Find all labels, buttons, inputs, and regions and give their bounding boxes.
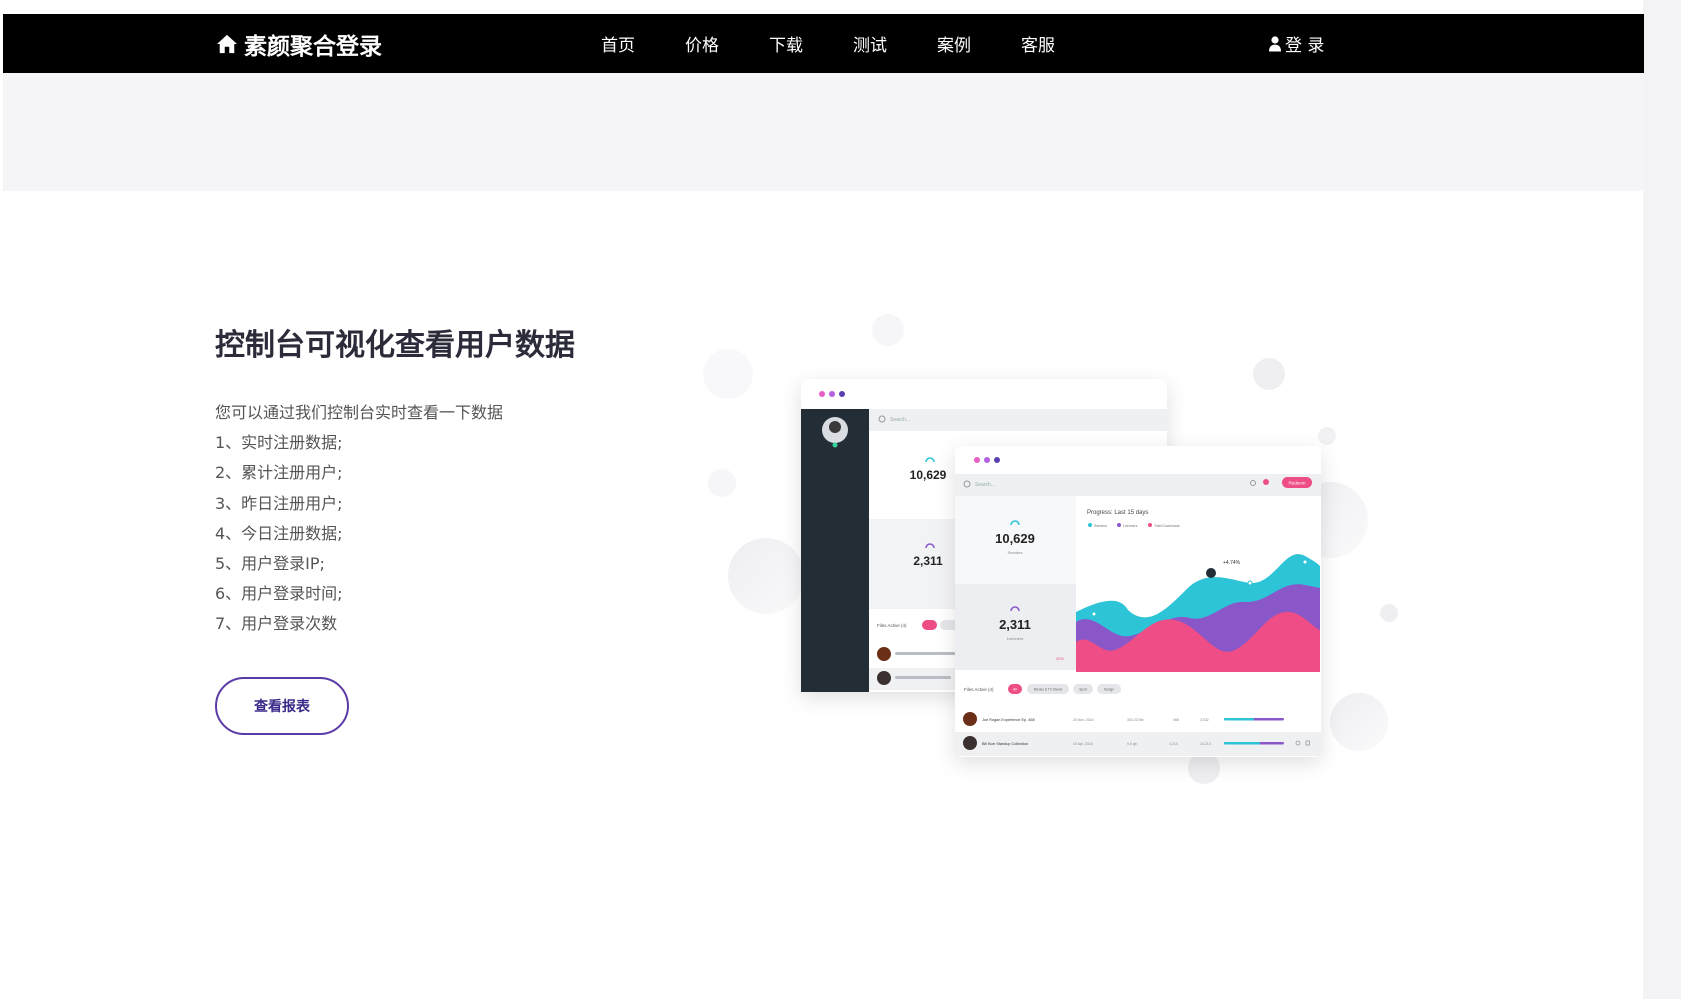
feature-item: 1、实时注册数据;	[215, 433, 343, 453]
nav-test[interactable]: 测试	[853, 31, 887, 56]
redeem-label: Redeem	[1288, 481, 1305, 486]
front-search: Search...	[975, 482, 995, 488]
main-nav: 首页 价格 下载 测试 案例 客服	[601, 14, 1105, 73]
nav-download[interactable]: 下载	[769, 31, 803, 56]
feature-item: 6、用户登录时间;	[215, 584, 343, 604]
row-size: 9.6 gb	[1127, 742, 1137, 746]
chart-point	[1247, 580, 1253, 586]
legend-downloads: Total Downloads	[1154, 524, 1180, 528]
avatar	[877, 647, 891, 661]
window-dot	[819, 391, 825, 397]
front-stat-2-label: Leechers	[1007, 636, 1023, 641]
row-date: 20 Nov, 2016	[1073, 718, 1094, 722]
front-stat-2-delta: 32%	[1056, 656, 1064, 661]
front-stat-1-label: Seeders	[1008, 550, 1023, 555]
login-link[interactable]: 登 录	[1269, 14, 1324, 73]
filter-design-label: Design	[1104, 688, 1114, 692]
section-title: 控制台可视化查看用户数据	[215, 328, 575, 363]
hero-band	[3, 73, 1644, 191]
avatar	[877, 671, 891, 685]
filter-sport-label: Sport	[1079, 688, 1087, 692]
back-stat-1: 10,629	[910, 468, 947, 482]
legend-leechers: Leechers	[1123, 524, 1138, 528]
nav-home[interactable]: 首页	[601, 31, 635, 56]
row-seeders: 468	[1173, 718, 1179, 722]
feature-item: 7、用户登录次数	[215, 614, 338, 634]
view-report-button[interactable]: 查看报表	[215, 677, 349, 735]
chart-callout: +4.74%	[1223, 560, 1241, 566]
chart-point	[1302, 559, 1308, 565]
front-stat-2: 2,311	[999, 617, 1031, 632]
legend-swatch	[1117, 523, 1121, 527]
page: 素颜聚合登录 首页 价格 下载 测试 案例 客服 登 录 控制台可视化查看用户数…	[0, 0, 1681, 999]
legend-seeders: Seeders	[1094, 524, 1107, 528]
window-dot	[984, 457, 990, 463]
back-stat-2: 2,311	[913, 554, 943, 568]
home-icon	[217, 34, 237, 53]
window-dot	[994, 457, 1000, 463]
front-toolbar	[955, 474, 1321, 496]
top-navbar: 素颜聚合登录 首页 价格 下载 测试 案例 客服 登 录	[3, 14, 1644, 73]
window-dot	[974, 457, 980, 463]
feature-intro: 您可以通过我们控制台实时查看一下数据	[215, 403, 504, 422]
nav-cases[interactable]: 案例	[937, 31, 971, 56]
filter-movies-label: Movies & TV Shows	[1034, 688, 1063, 692]
front-files-label: Files Active (4)	[964, 687, 994, 692]
chart-point	[1206, 568, 1216, 578]
front-stat-1: 10,629	[995, 531, 1035, 546]
scrollbar-track[interactable]	[1643, 0, 1681, 999]
chart-point	[1091, 611, 1097, 617]
brand[interactable]: 素颜聚合登录	[216, 14, 382, 73]
back-files-label: Files Active (4)	[877, 623, 907, 628]
window-dot	[839, 391, 845, 397]
back-sidebar	[801, 409, 869, 692]
feature-list: 您可以通过我们控制台实时查看一下数据 1、实时注册数据; 2、累计注册用户; 3…	[215, 398, 503, 640]
legend-swatch	[1148, 523, 1152, 527]
row-seeders: 4,214	[1169, 742, 1178, 746]
row-leechers: 3,532	[1200, 718, 1209, 722]
legend-swatch	[1088, 523, 1092, 527]
row-name: Bill Burr Standup Collection	[982, 742, 1028, 746]
window-dot	[829, 391, 835, 397]
chart-title: Progress: Last 15 days	[1087, 510, 1148, 516]
brand-name: 素颜聚合登录	[244, 33, 382, 60]
row-leechers: 10,214	[1200, 742, 1211, 746]
login-label: 登 录	[1285, 36, 1325, 56]
user-icon	[1269, 35, 1281, 51]
feature-item: 3、昨日注册用户;	[215, 493, 343, 513]
avatar	[963, 736, 977, 750]
back-search: Search...	[890, 417, 910, 423]
row-date: 10 Apr, 2016	[1073, 742, 1093, 746]
avatar	[963, 712, 977, 726]
filter-all-label: All	[1013, 688, 1017, 692]
row-size: 303.23 Mb	[1127, 718, 1144, 722]
feature-item: 4、今日注册数据;	[215, 523, 343, 543]
row-name: Joe Rogan Experience Ep. 468	[982, 718, 1035, 722]
feature-item: 2、累计注册用户;	[215, 463, 343, 483]
feature-item: 5、用户登录IP;	[215, 554, 325, 574]
notification-icon	[1263, 479, 1269, 485]
nav-support[interactable]: 客服	[1021, 31, 1055, 56]
nav-pricing[interactable]: 价格	[685, 31, 719, 56]
